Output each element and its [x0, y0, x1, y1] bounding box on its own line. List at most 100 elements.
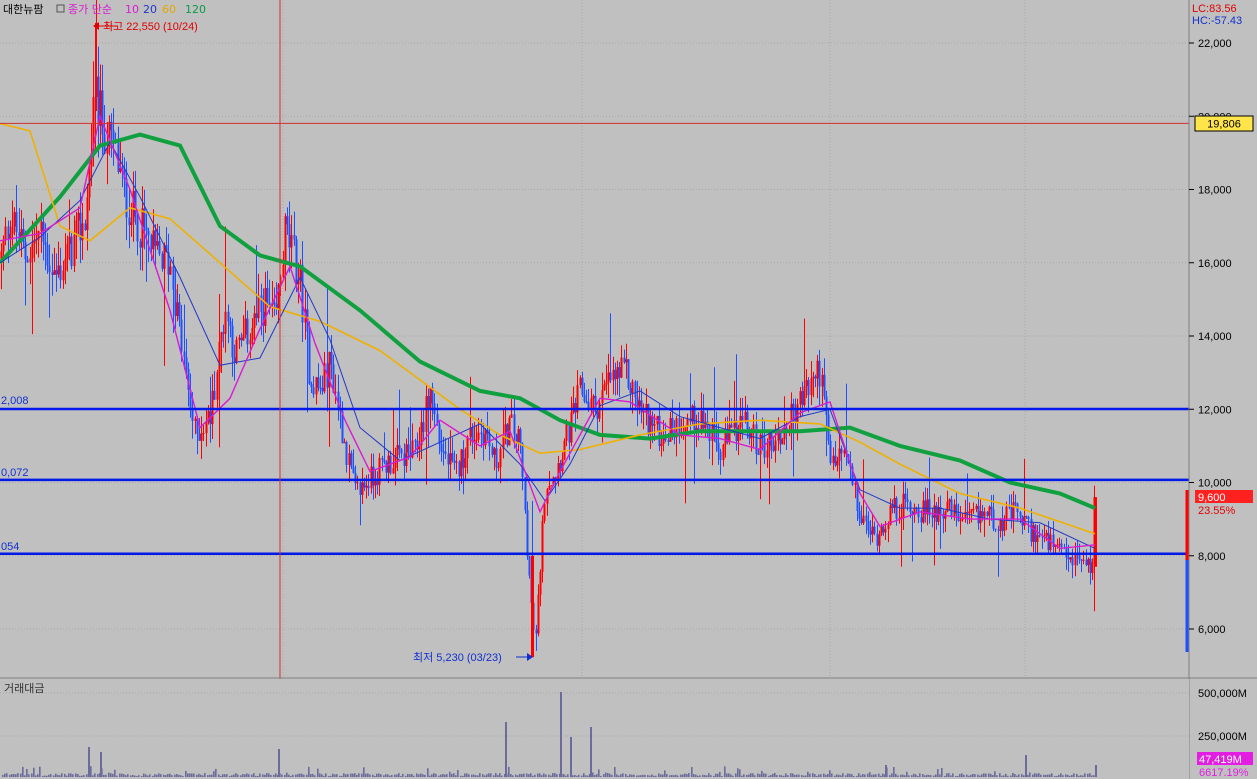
candle-body [414, 440, 417, 442]
volume-bar [792, 773, 794, 777]
price-tick-label: 16,000 [1198, 258, 1232, 270]
chart-canvas[interactable]: 22,00020,00018,00016,00014,00012,00010,0… [0, 0, 1257, 779]
volume-spike-bar [560, 692, 562, 777]
volume-bar [167, 774, 169, 777]
volume-bar [644, 774, 646, 777]
candle-body [1091, 562, 1094, 574]
candle-body [612, 369, 615, 381]
volume-spike-bar [1095, 765, 1097, 777]
volume-bar [123, 774, 125, 777]
candle-body [867, 521, 870, 531]
volume-bar [198, 773, 200, 777]
volume-bar [671, 774, 673, 777]
candle-body [44, 241, 47, 245]
volume-bar [418, 774, 420, 777]
volume-bar [825, 774, 827, 777]
volume-bar [680, 774, 682, 777]
ma-period-120[interactable]: 120 [185, 3, 206, 16]
volume-bar [838, 774, 840, 777]
candle-body [1047, 532, 1050, 551]
volume-bar [385, 774, 387, 777]
candle-body [521, 443, 524, 477]
volume-bar [235, 773, 237, 777]
candle-body [350, 453, 353, 468]
volume-bar [939, 774, 941, 777]
volume-bar [174, 774, 176, 777]
volume-bar [556, 774, 558, 777]
volume-bar [1076, 773, 1078, 777]
candle-body [290, 235, 293, 248]
volume-bar [290, 775, 292, 777]
volume-bar [911, 775, 913, 777]
volume-bar [169, 773, 171, 777]
stock-name[interactable]: 대한뉴팜 [3, 3, 43, 16]
volume-bar [913, 773, 915, 777]
ma-period-10[interactable]: 10 [125, 3, 139, 16]
volume-bar [636, 775, 638, 777]
candle-body [343, 442, 346, 444]
volume-bar [323, 775, 325, 777]
volume-bar [147, 775, 149, 777]
volume-bar [735, 773, 737, 777]
candle-body [920, 517, 923, 523]
candle-body [803, 386, 806, 405]
candle-body [537, 594, 540, 634]
volume-bar [620, 774, 622, 777]
candle-body [799, 391, 802, 405]
volume-bar [257, 775, 259, 777]
volume-bar [411, 774, 413, 777]
volume-bar [268, 773, 270, 777]
candle-body [638, 400, 641, 407]
volume-bar [532, 775, 534, 777]
volume-bar [420, 773, 422, 777]
volume-bar [433, 773, 435, 777]
volume-bar [763, 773, 765, 777]
candle-body [381, 457, 384, 460]
ma-period-20[interactable]: 20 [143, 3, 157, 16]
volume-bar [554, 773, 556, 777]
candle-body [11, 226, 14, 234]
volume-bar [1023, 775, 1025, 777]
volume-tick-250000: 250,000M [1198, 731, 1247, 743]
volume-bar [669, 775, 671, 777]
candle-body [62, 270, 65, 281]
volume-bar [768, 775, 770, 777]
candle-body [671, 418, 674, 435]
volume-bar [427, 768, 429, 777]
volume-bar [871, 774, 873, 777]
candle-body [986, 511, 989, 516]
candle-body [447, 453, 450, 465]
volume-bar [1084, 773, 1086, 777]
candle-body [959, 520, 962, 522]
candle-body [909, 502, 912, 513]
candle-body [242, 334, 245, 341]
candle-body [796, 404, 799, 422]
ma-period-60[interactable]: 60 [162, 3, 176, 16]
volume-bar [908, 775, 910, 777]
volume-bar [715, 773, 717, 777]
candle-body [601, 390, 604, 403]
volume-bar [618, 775, 620, 777]
volume-bar [935, 774, 937, 777]
candle-body [840, 448, 843, 454]
candle-body [860, 518, 863, 524]
volume-bar [215, 768, 217, 777]
volume-bar [728, 773, 730, 777]
volume-bar [196, 774, 198, 777]
volume-bar [1016, 775, 1018, 777]
candle-body [233, 357, 236, 362]
volume-bar [708, 773, 710, 777]
volume-bar [110, 773, 112, 777]
candle-body [312, 387, 315, 395]
volume-bar [1065, 774, 1067, 777]
candle-body [990, 506, 993, 510]
candle-body [609, 372, 612, 381]
volume-bar [493, 775, 495, 777]
volume-bar [204, 773, 206, 777]
volume-bar [77, 773, 79, 777]
candle-body [583, 394, 586, 402]
candle-body [257, 295, 260, 319]
volume-bar [521, 774, 523, 777]
candle-body [202, 433, 205, 435]
volume-bar [684, 773, 686, 777]
